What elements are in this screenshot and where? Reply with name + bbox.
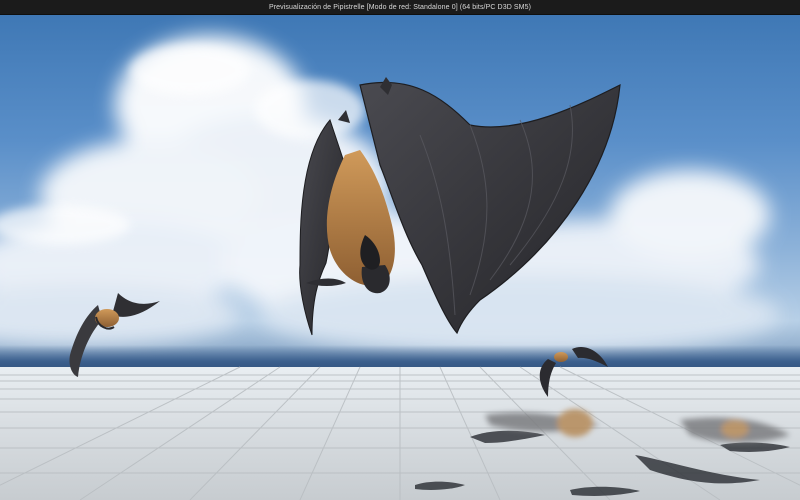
bats-layer [69, 77, 790, 443]
window-titlebar[interactable]: Previsualización de Pipistrelle [Modo de… [0, 0, 800, 15]
game-viewport[interactable] [0, 15, 800, 500]
bat-small-left [69, 293, 160, 377]
bat-large [299, 77, 621, 336]
preview-window: Previsualización de Pipistrelle [Modo de… [0, 0, 800, 500]
bat-small-right [539, 347, 608, 397]
bats-motion-blur [485, 409, 790, 443]
window-title: Previsualización de Pipistrelle [Modo de… [268, 3, 532, 11]
